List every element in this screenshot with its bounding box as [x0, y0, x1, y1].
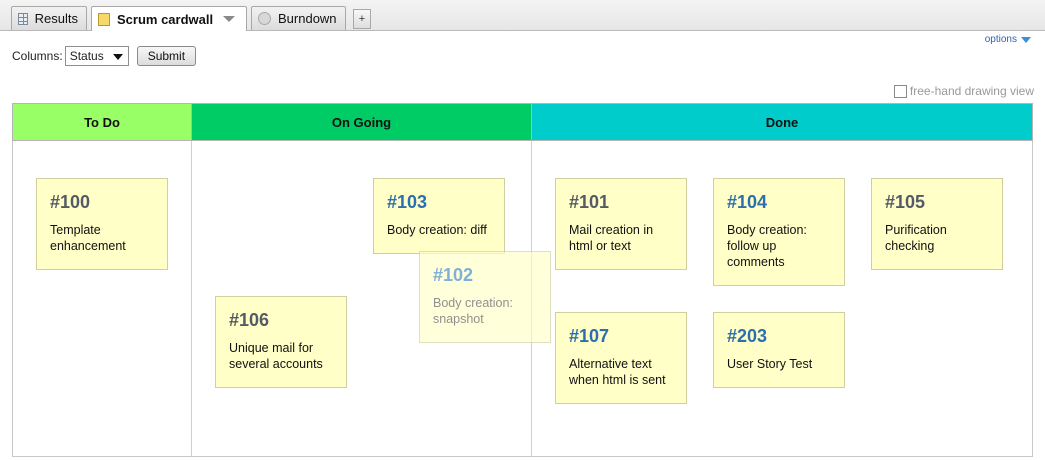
chart-icon: [258, 12, 271, 25]
tab-label: Results: [34, 11, 78, 26]
columns-label: Columns:: [12, 49, 63, 63]
chevron-down-icon[interactable]: [223, 16, 236, 22]
card-101[interactable]: #101 Mail creation in html or text: [555, 178, 687, 270]
card-id: #104: [727, 192, 768, 212]
card-105[interactable]: #105 Purification checking: [871, 178, 1003, 270]
chevron-down-icon: [1021, 36, 1031, 43]
card-title: Unique mail for several accounts: [229, 341, 323, 371]
columns-select[interactable]: Status: [64, 46, 129, 66]
card-title: Body creation: diff: [387, 223, 487, 237]
submit-button[interactable]: Submit: [136, 46, 197, 66]
freehand-label: free-hand drawing view: [909, 84, 1034, 98]
tab-results[interactable]: Results: [11, 6, 87, 30]
column-header-ongoing: On Going: [191, 103, 532, 141]
tab-scrum-cardwall[interactable]: Scrum cardwall: [91, 6, 247, 31]
card-id: #103: [387, 192, 428, 212]
card-title: Body creation: follow up comments: [727, 223, 807, 269]
card-id: #100: [50, 192, 91, 212]
table-icon: [18, 12, 28, 25]
card-203[interactable]: #203 User Story Test: [713, 312, 845, 388]
card-102[interactable]: #102 Body creation: snapshot: [419, 251, 551, 343]
column-header-done: Done: [531, 103, 1033, 141]
card-title: Alternative text when html is sent: [569, 357, 666, 387]
card-id: #203: [727, 326, 768, 346]
card-id: #102: [433, 265, 474, 285]
card-106[interactable]: #106 Unique mail for several accounts: [215, 296, 347, 388]
options-label: options: [984, 34, 1017, 45]
card-title: Template enhancement: [50, 223, 126, 253]
columns-select-value: Status: [69, 49, 104, 63]
card-103[interactable]: #103 Body creation: diff: [373, 178, 505, 254]
note-icon: [98, 12, 110, 26]
card-id: #107: [569, 326, 610, 346]
card-id: #106: [229, 310, 270, 330]
columns-control: Columns: Status Submit: [12, 46, 197, 66]
card-id: #105: [885, 192, 926, 212]
freehand-toggle[interactable]: free-hand drawing view: [893, 84, 1034, 98]
options-link[interactable]: options: [985, 34, 1031, 45]
card-100[interactable]: #100 Template enhancement: [36, 178, 168, 270]
column-divider: [191, 141, 192, 457]
chevron-down-icon: [112, 54, 123, 60]
freehand-checkbox[interactable]: [893, 84, 907, 98]
card-107[interactable]: #107 Alternative text when html is sent: [555, 312, 687, 404]
card-title: Body creation: snapshot: [433, 296, 513, 326]
card-title: User Story Test: [727, 357, 813, 371]
card-104[interactable]: #104 Body creation: follow up comments: [713, 178, 845, 286]
card-title: Mail creation in html or text: [569, 223, 654, 253]
card-id: #101: [569, 192, 610, 212]
card-title: Purification checking: [885, 223, 947, 253]
add-tab-button[interactable]: +: [353, 9, 371, 29]
tab-label: Scrum cardwall: [117, 11, 214, 27]
tab-burndown[interactable]: Burndown: [251, 6, 346, 30]
tab-label: Burndown: [278, 11, 337, 26]
column-header-todo: To Do: [12, 103, 192, 141]
